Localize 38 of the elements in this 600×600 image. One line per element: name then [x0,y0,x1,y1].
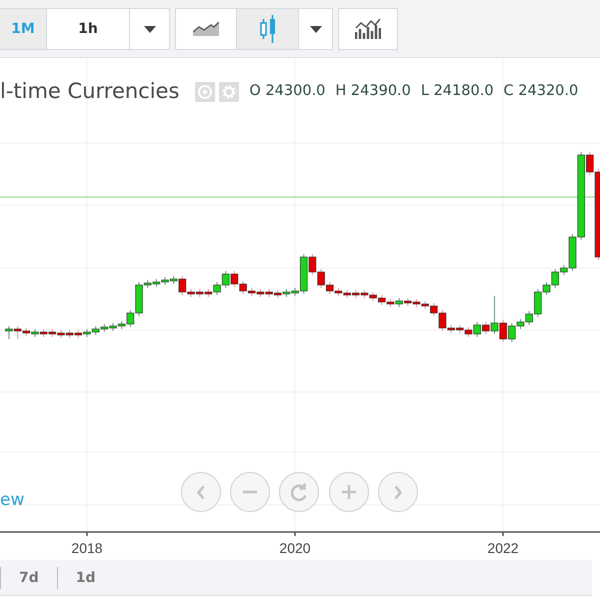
scroll-right-button[interactable] [378,472,418,512]
axis-label: 2022 [487,540,519,556]
settings-icon[interactable] [219,82,240,102]
zoom-out-button[interactable] [230,472,270,512]
candle [352,290,360,298]
ohlc-value: O 24300.0 [249,82,326,101]
ohlc-value: L 24180.0 [420,82,494,101]
chevron-left-icon [197,484,205,500]
dropdown-button[interactable] [298,9,332,49]
candle [196,288,204,298]
candlestick-icon [260,15,276,43]
interval-button[interactable]: 1M [0,9,46,49]
eye-icon[interactable] [195,82,216,102]
candle [378,294,386,306]
interval-button[interactable]: 1h [46,9,129,49]
caret-icon [310,26,322,32]
timeframe-button[interactable]: 1d [56,566,114,588]
minus-icon [242,490,258,494]
area-chart-icon [193,22,219,36]
ohlc-value: H 24390.0 [335,82,411,101]
timeframe-button[interactable]: 7d [0,566,57,588]
axis-label: 2018 [71,540,103,556]
dropdown-button[interactable] [129,9,169,49]
chart-type-button[interactable] [176,9,236,49]
plus-icon [341,484,357,500]
reset-button[interactable] [279,472,319,512]
chart-title: l-time Currencies [0,78,180,105]
axis-label: 2020 [279,540,311,556]
indicators-icon [355,19,381,39]
caret-icon [144,26,156,32]
candle [222,270,230,288]
ohlc-value: C 24320.0 [504,82,578,101]
reset-icon [290,482,308,502]
link[interactable]: ew [0,488,24,514]
zoom-in-button[interactable] [329,472,369,512]
chevron-right-icon [394,484,402,500]
candle [274,290,282,298]
scroll-left-button[interactable] [181,472,221,512]
